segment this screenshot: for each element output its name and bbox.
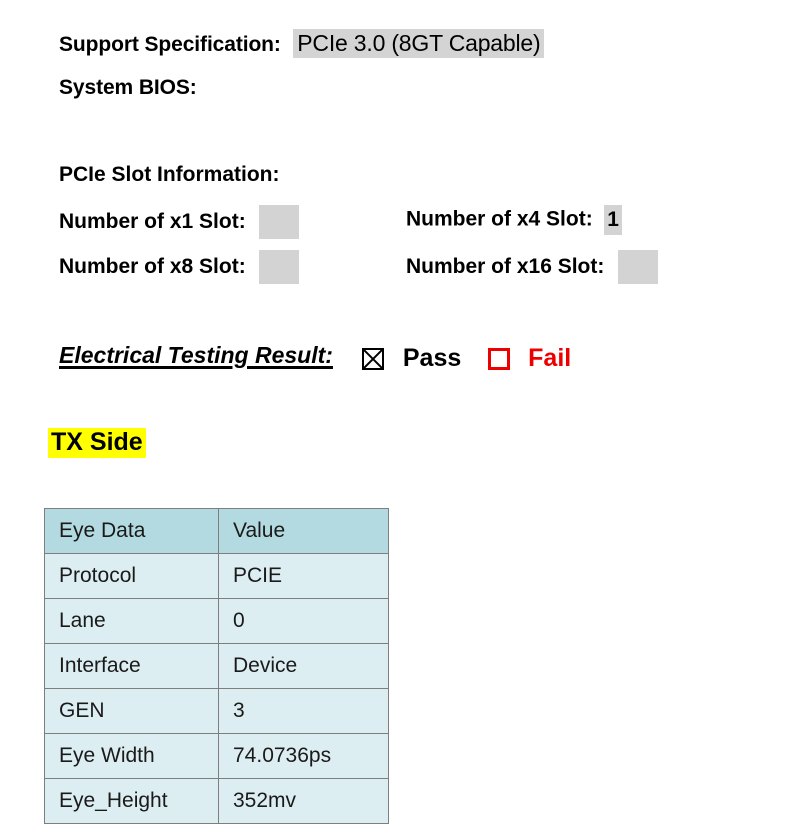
slot-value-x8[interactable] [259, 250, 300, 284]
slot-label-x1: Number of x1 Slot: [59, 210, 246, 234]
row-key-lane: Lane [44, 598, 219, 644]
slot-label-x8: Number of x8 Slot: [59, 255, 246, 279]
row-key-protocol: Protocol [44, 553, 219, 599]
system-bios-row: System BIOS: [59, 76, 205, 100]
table-header-row: Eye Data Value [44, 508, 389, 554]
eye-data-table-wrapper: Eye Data Value Protocol PCIE Lane 0 Inte… [44, 508, 389, 824]
document-page: Support Specification: PCIe 3.0 (8GT Cap… [0, 0, 790, 837]
row-value-gen: 3 [218, 688, 389, 734]
fail-label: Fail [528, 344, 572, 373]
slot-row-x4: Number of x4 Slot: 1 [406, 205, 623, 238]
system-bios-label: System BIOS: [59, 76, 197, 99]
support-specification-value: PCIe 3.0 (8GT Capable) [293, 29, 545, 58]
pass-checkbox-icon[interactable] [362, 347, 385, 370]
slot-value-x16[interactable] [617, 250, 658, 284]
tx-side-label: TX Side [48, 428, 146, 458]
pass-label: Pass [402, 344, 462, 373]
table-row: Eye_Height 352mv [44, 778, 389, 824]
pcie-slot-information-label: PCIe Slot Information: [59, 163, 280, 186]
electrical-testing-result-title: Electrical Testing Result: [59, 342, 333, 368]
row-key-interface: Interface [44, 643, 219, 689]
slot-row-x16: Number of x16 Slot: [406, 250, 658, 288]
tx-side-heading: TX Side [48, 428, 146, 458]
row-key-eye-width: Eye Width [44, 733, 219, 779]
slot-row-x1: Number of x1 Slot: [59, 205, 300, 243]
slot-value-x1[interactable] [259, 205, 300, 239]
row-key-gen: GEN [44, 688, 219, 734]
slot-label-x16: Number of x16 Slot: [406, 255, 605, 279]
row-value-eye-height: 352mv [218, 778, 389, 824]
table-row: GEN 3 [44, 688, 389, 734]
slot-value-x4[interactable]: 1 [604, 205, 623, 235]
table-row: Protocol PCIE [44, 553, 389, 599]
support-specification-label: Support Specification: [59, 33, 281, 56]
slot-row-x8: Number of x8 Slot: [59, 250, 300, 288]
table-row: Eye Width 74.0736ps [44, 733, 389, 779]
row-value-lane: 0 [218, 598, 389, 644]
table-row: Interface Device [44, 643, 389, 689]
row-key-eye-height: Eye_Height [44, 778, 219, 824]
row-value-interface: Device [218, 643, 389, 689]
eye-data-table: Eye Data Value Protocol PCIE Lane 0 Inte… [44, 508, 389, 824]
pcie-slot-information-heading: PCIe Slot Information: [59, 163, 280, 187]
support-specification-row: Support Specification: PCIe 3.0 (8GT Cap… [59, 29, 545, 58]
table-header-value: Value [218, 508, 389, 554]
table-row: Lane 0 [44, 598, 389, 644]
row-value-protocol: PCIE [218, 553, 389, 599]
table-header-eye-data: Eye Data [44, 508, 219, 554]
slot-label-x4: Number of x4 Slot: [406, 207, 593, 231]
row-value-eye-width: 74.0736ps [218, 733, 389, 779]
fail-checkbox-icon[interactable] [487, 347, 510, 370]
electrical-testing-result-row: Electrical Testing Result: Pass Fail [59, 342, 571, 373]
